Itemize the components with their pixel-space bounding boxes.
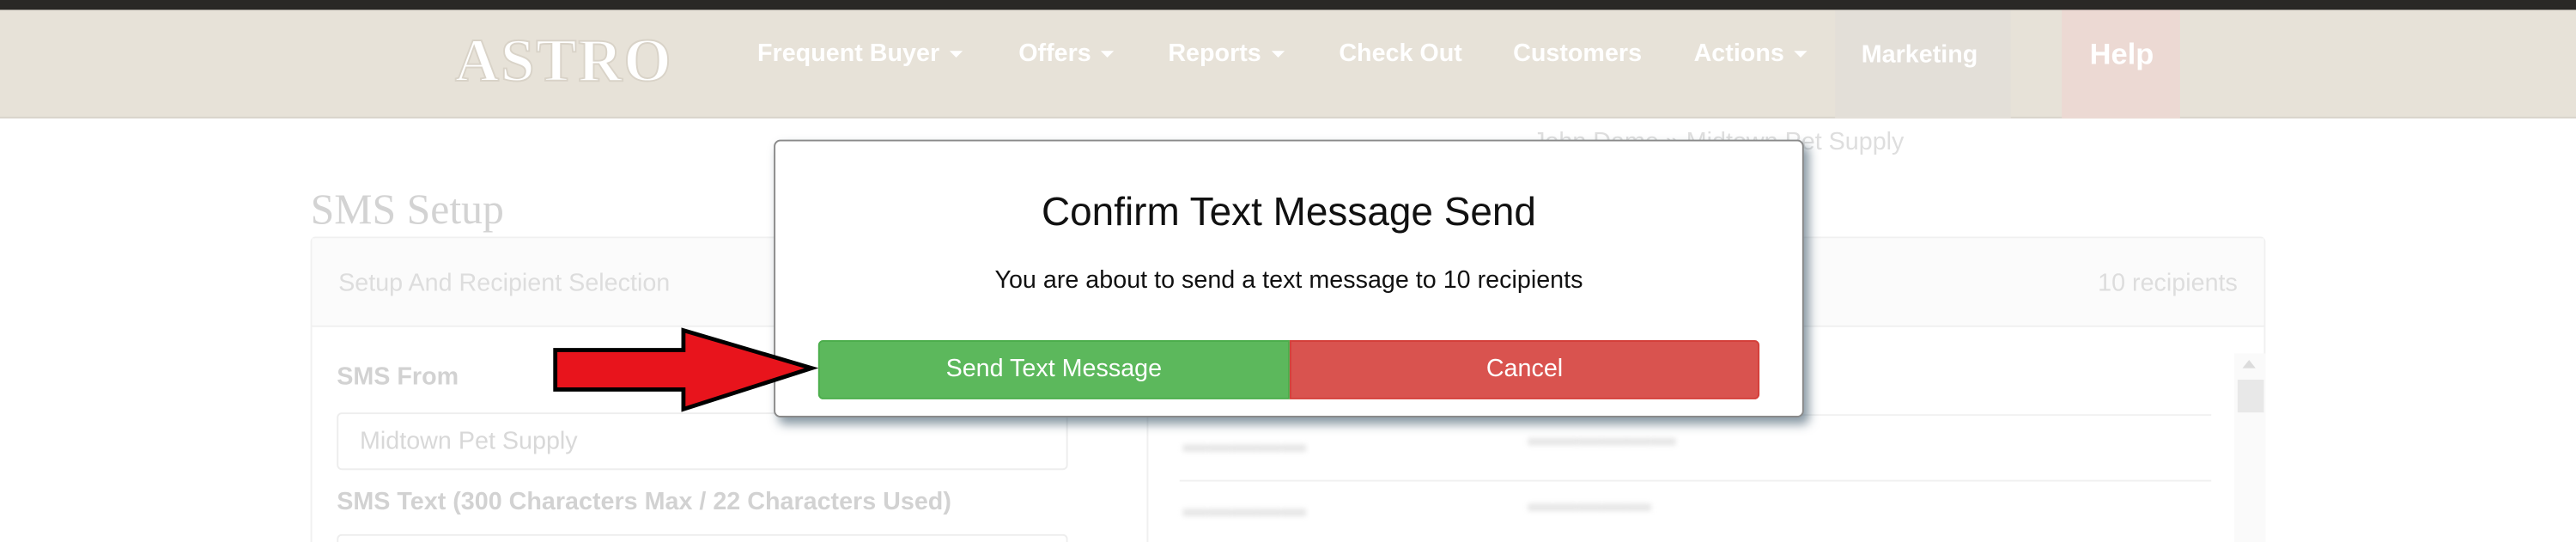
sms-text-field[interactable] <box>337 533 1068 542</box>
nav-check-out-label: Check Out <box>1339 39 1462 68</box>
chevron-down-icon <box>949 51 963 58</box>
scroll-thumb[interactable] <box>2237 379 2264 413</box>
nav-offers-label: Offers <box>1018 39 1091 68</box>
nav-offers[interactable]: Offers <box>1018 39 1115 68</box>
sms-from-label: SMS From <box>337 362 459 392</box>
list-divider <box>1179 479 2212 482</box>
sms-text-label: SMS Text (300 Characters Max / 22 Charac… <box>337 488 951 516</box>
top-strip <box>0 0 2576 10</box>
chevron-down-icon <box>1101 51 1115 58</box>
logo[interactable]: ASTRO <box>454 27 672 97</box>
blurred-recipient-name: ▬▬▬▬▬ <box>1182 494 1307 523</box>
dialog-message: You are about to send a text message to … <box>994 265 1583 295</box>
nav-marketing[interactable]: Marketing <box>1862 41 1978 70</box>
nav-frequent-buyer[interactable]: Frequent Buyer <box>757 39 963 68</box>
sms-from-field[interactable]: Midtown Pet Supply <box>337 412 1068 471</box>
nav-customers-label: Customers <box>1513 39 1643 68</box>
screen: ASTRO Frequent Buyer Offers Reports Chec… <box>0 0 2576 542</box>
red-arrow-icon <box>553 327 818 412</box>
nav-marketing-label: Marketing <box>1861 40 1978 70</box>
nav-customers[interactable]: Customers <box>1513 40 1642 68</box>
navbar <box>0 9 2576 119</box>
chevron-down-icon <box>1794 51 1807 58</box>
blurred-recipient-name: ▬▬▬▬▬ <box>1182 430 1307 459</box>
blurred-recipient-phone: ▬▬▬▬▬▬ <box>1528 423 1676 453</box>
nav-reports[interactable]: Reports <box>1168 39 1285 68</box>
page-title: SMS Setup <box>310 186 504 234</box>
nav-frequent-buyer-label: Frequent Buyer <box>757 39 940 68</box>
chevron-down-icon <box>1271 51 1285 58</box>
recipients-count: 10 recipients <box>2098 269 2238 298</box>
nav-actions[interactable]: Actions <box>1693 39 1807 68</box>
nav-reports-label: Reports <box>1168 39 1261 68</box>
nav-check-out[interactable]: Check Out <box>1339 40 1462 68</box>
blurred-recipient-phone: ▬▬▬▬▬ <box>1528 490 1651 518</box>
nav-help[interactable]: Help <box>2090 38 2154 72</box>
cancel-button[interactable]: Cancel <box>1289 340 1760 399</box>
nav-actions-label: Actions <box>1693 39 1784 68</box>
send-text-message-button[interactable]: Send Text Message <box>817 340 1290 399</box>
panel-title: Setup And Recipient Selection <box>338 269 671 298</box>
scroll-up-icon[interactable] <box>2242 360 2256 368</box>
confirm-dialog: Confirm Text Message Send You are about … <box>774 139 1804 417</box>
dialog-title: Confirm Text Message Send <box>1041 190 1536 235</box>
